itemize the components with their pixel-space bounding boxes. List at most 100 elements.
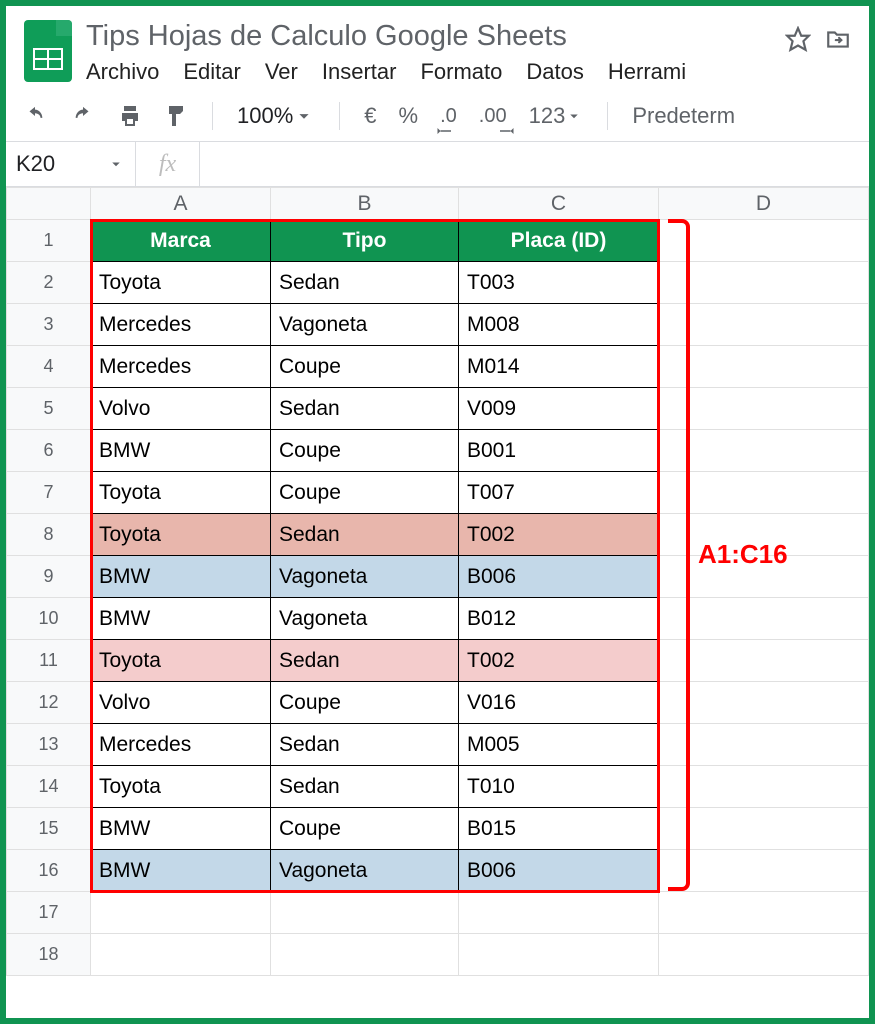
cell[interactable] bbox=[91, 892, 271, 934]
table-header-cell[interactable]: Tipo bbox=[271, 220, 459, 262]
zoom-dropdown[interactable]: 100% bbox=[231, 99, 321, 133]
cell[interactable] bbox=[659, 304, 869, 346]
increase-decimals-button[interactable]: .00 bbox=[473, 101, 513, 132]
row-header[interactable]: 3 bbox=[7, 304, 91, 346]
cell[interactable] bbox=[659, 346, 869, 388]
data-cell[interactable]: Sedan bbox=[271, 262, 459, 304]
row-header[interactable]: 1 bbox=[7, 220, 91, 262]
cell[interactable] bbox=[659, 808, 869, 850]
row-header[interactable]: 5 bbox=[7, 388, 91, 430]
percent-button[interactable]: % bbox=[393, 99, 425, 133]
row-header[interactable]: 8 bbox=[7, 514, 91, 556]
data-cell[interactable]: B006 bbox=[459, 556, 659, 598]
row-header[interactable]: 13 bbox=[7, 724, 91, 766]
cell[interactable] bbox=[659, 388, 869, 430]
redo-button[interactable] bbox=[64, 101, 102, 131]
decrease-decimals-button[interactable]: .0 bbox=[434, 101, 463, 132]
data-cell[interactable]: B001 bbox=[459, 430, 659, 472]
cell[interactable] bbox=[659, 766, 869, 808]
data-cell[interactable]: Toyota bbox=[91, 766, 271, 808]
data-cell[interactable]: M014 bbox=[459, 346, 659, 388]
menu-data[interactable]: Datos bbox=[526, 59, 583, 85]
star-icon[interactable] bbox=[785, 26, 811, 52]
print-button[interactable] bbox=[112, 100, 148, 132]
data-cell[interactable]: T010 bbox=[459, 766, 659, 808]
data-cell[interactable]: T003 bbox=[459, 262, 659, 304]
data-cell[interactable]: B015 bbox=[459, 808, 659, 850]
row-header[interactable]: 7 bbox=[7, 472, 91, 514]
row-header[interactable]: 2 bbox=[7, 262, 91, 304]
cell[interactable] bbox=[659, 220, 869, 262]
doc-title[interactable]: Tips Hojas de Calculo Google Sheets bbox=[86, 20, 771, 53]
data-cell[interactable]: Mercedes bbox=[91, 724, 271, 766]
cell[interactable] bbox=[91, 934, 271, 976]
row-header[interactable]: 10 bbox=[7, 598, 91, 640]
cell[interactable] bbox=[659, 430, 869, 472]
data-cell[interactable]: T007 bbox=[459, 472, 659, 514]
data-cell[interactable]: M008 bbox=[459, 304, 659, 346]
menu-tools[interactable]: Herrami bbox=[608, 59, 686, 85]
data-cell[interactable]: BMW bbox=[91, 598, 271, 640]
spreadsheet-grid[interactable]: A B C D 1MarcaTipoPlaca (ID)2ToyotaSedan… bbox=[6, 187, 869, 976]
cell[interactable] bbox=[659, 598, 869, 640]
data-cell[interactable]: Vagoneta bbox=[271, 850, 459, 892]
row-header[interactable]: 6 bbox=[7, 430, 91, 472]
data-cell[interactable]: Toyota bbox=[91, 472, 271, 514]
data-cell[interactable]: Coupe bbox=[271, 430, 459, 472]
row-header[interactable]: 11 bbox=[7, 640, 91, 682]
data-cell[interactable]: Vagoneta bbox=[271, 556, 459, 598]
number-format-dropdown[interactable]: 123 bbox=[523, 99, 590, 133]
cell[interactable] bbox=[459, 934, 659, 976]
data-cell[interactable]: Coupe bbox=[271, 346, 459, 388]
row-header[interactable]: 15 bbox=[7, 808, 91, 850]
data-cell[interactable]: Sedan bbox=[271, 640, 459, 682]
currency-button[interactable]: € bbox=[358, 99, 382, 133]
row-header[interactable]: 9 bbox=[7, 556, 91, 598]
cell[interactable] bbox=[271, 892, 459, 934]
paint-format-button[interactable] bbox=[158, 100, 194, 132]
data-cell[interactable]: Coupe bbox=[271, 682, 459, 724]
data-cell[interactable]: Coupe bbox=[271, 472, 459, 514]
data-cell[interactable]: Sedan bbox=[271, 724, 459, 766]
menu-insert[interactable]: Insertar bbox=[322, 59, 397, 85]
data-cell[interactable]: M005 bbox=[459, 724, 659, 766]
formula-input[interactable] bbox=[200, 142, 869, 186]
cell[interactable] bbox=[459, 892, 659, 934]
table-header-cell[interactable]: Marca bbox=[91, 220, 271, 262]
cell[interactable] bbox=[271, 934, 459, 976]
col-header-A[interactable]: A bbox=[91, 188, 271, 220]
cell[interactable] bbox=[659, 934, 869, 976]
cell[interactable] bbox=[659, 724, 869, 766]
data-cell[interactable]: BMW bbox=[91, 808, 271, 850]
move-folder-icon[interactable] bbox=[825, 26, 851, 52]
cell[interactable] bbox=[659, 262, 869, 304]
data-cell[interactable]: Mercedes bbox=[91, 346, 271, 388]
data-cell[interactable]: Sedan bbox=[271, 388, 459, 430]
data-cell[interactable]: Toyota bbox=[91, 640, 271, 682]
name-box[interactable]: K20 bbox=[6, 142, 136, 186]
data-cell[interactable]: T002 bbox=[459, 514, 659, 556]
cell[interactable] bbox=[659, 640, 869, 682]
data-cell[interactable]: Volvo bbox=[91, 682, 271, 724]
row-header[interactable]: 16 bbox=[7, 850, 91, 892]
row-header[interactable]: 4 bbox=[7, 346, 91, 388]
table-header-cell[interactable]: Placa (ID) bbox=[459, 220, 659, 262]
data-cell[interactable]: Volvo bbox=[91, 388, 271, 430]
cell[interactable] bbox=[659, 892, 869, 934]
data-cell[interactable]: Toyota bbox=[91, 262, 271, 304]
col-header-C[interactable]: C bbox=[459, 188, 659, 220]
row-header[interactable]: 12 bbox=[7, 682, 91, 724]
cell[interactable] bbox=[659, 472, 869, 514]
data-cell[interactable]: Mercedes bbox=[91, 304, 271, 346]
data-cell[interactable]: V016 bbox=[459, 682, 659, 724]
data-cell[interactable]: B012 bbox=[459, 598, 659, 640]
data-cell[interactable]: Sedan bbox=[271, 766, 459, 808]
col-header-B[interactable]: B bbox=[271, 188, 459, 220]
col-header-D[interactable]: D bbox=[659, 188, 869, 220]
row-header[interactable]: 18 bbox=[7, 934, 91, 976]
data-cell[interactable]: Vagoneta bbox=[271, 304, 459, 346]
menu-edit[interactable]: Editar bbox=[183, 59, 240, 85]
data-cell[interactable]: Toyota bbox=[91, 514, 271, 556]
cell[interactable] bbox=[659, 850, 869, 892]
undo-button[interactable] bbox=[16, 101, 54, 131]
